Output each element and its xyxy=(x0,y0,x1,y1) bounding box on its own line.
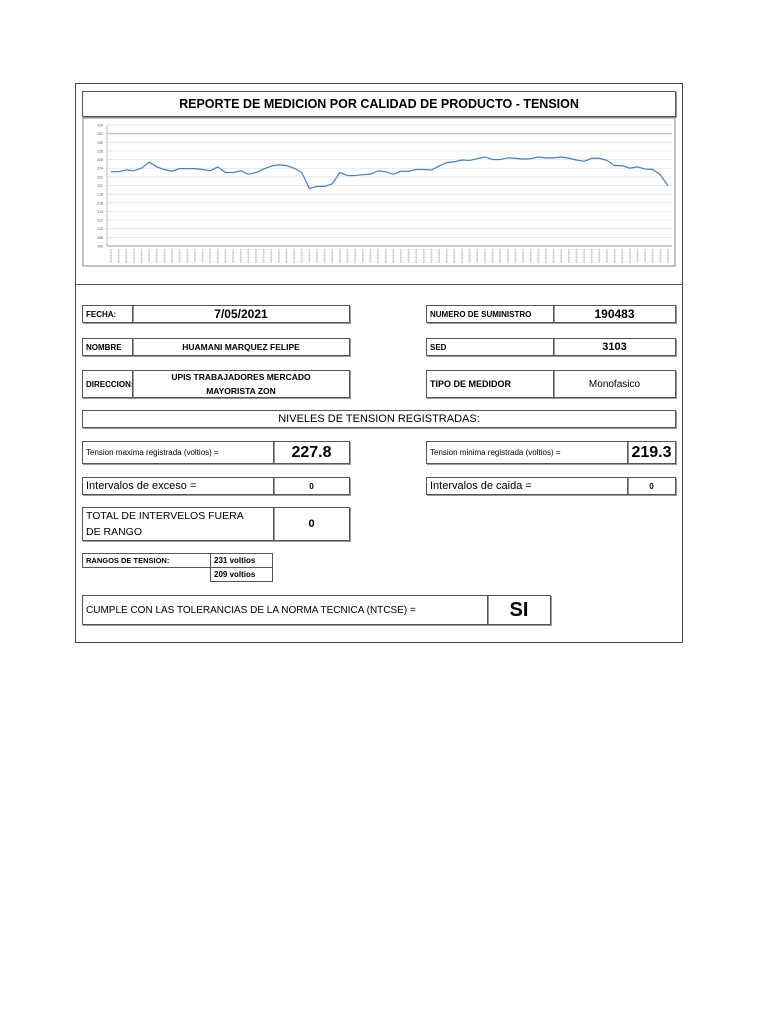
chart-border xyxy=(82,117,676,267)
y-tick-label: 222 xyxy=(97,175,103,179)
direccion-label: DIRECCION: xyxy=(82,370,134,398)
y-tick-label: 212 xyxy=(97,219,103,223)
suministro-label: NUMERO DE SUMINISTRO xyxy=(426,305,554,323)
tmax-label: Tension maxima registrada (voltios) = xyxy=(82,441,274,464)
direccion-value: UPIS TRABAJADORES MERCADO MAYORISTA ZON xyxy=(132,370,350,398)
sed-label: SED xyxy=(426,338,554,356)
y-tick-label: 234 xyxy=(97,124,103,128)
y-tick-label: 232 xyxy=(97,132,103,136)
y-tick-label: 228 xyxy=(97,149,103,153)
rango-max: 231 voltios xyxy=(210,553,273,568)
fecha-label: FECHA: xyxy=(82,305,133,323)
tmax-value: 227.8 xyxy=(273,441,350,464)
y-tick-label: 214 xyxy=(97,210,103,214)
exceso-value: 0 xyxy=(273,477,350,495)
tmin-value: 219.3 xyxy=(627,441,676,464)
fecha-value: 7/05/2021 xyxy=(132,305,350,323)
total-value: 0 xyxy=(273,507,350,541)
y-tick-label: 210 xyxy=(97,227,103,231)
y-tick-label: 230 xyxy=(97,141,103,145)
y-tick-label: 216 xyxy=(97,201,103,205)
y-tick-label: 218 xyxy=(97,193,103,197)
y-tick-label: 224 xyxy=(97,167,103,171)
sed-value: 3103 xyxy=(553,338,676,356)
voltage-line-chart: 206 208 210 212 214 216 218 220 222 224 226 228 230 2… xyxy=(82,117,676,267)
niveles-title: NIVELES DE TENSION REGISTRADAS: xyxy=(82,410,676,428)
cumple-value: SI xyxy=(487,595,551,625)
caida-value: 0 xyxy=(627,477,676,495)
caida-label: Intervalos de caida = xyxy=(426,477,628,495)
nombre-label: NOMBRE xyxy=(82,338,133,356)
divider xyxy=(76,284,682,285)
report-title: REPORTE DE MEDICION POR CALIDAD DE PRODU… xyxy=(82,91,676,117)
rangos-label: RANGOS DE TENSION: xyxy=(82,553,211,568)
rango-min: 209 voltios xyxy=(210,567,273,582)
y-tick-label: 206 xyxy=(97,245,103,249)
y-tick-label: 220 xyxy=(97,184,103,188)
total-label: TOTAL DE INTERVELOS FUERA DE RANGO xyxy=(82,507,274,541)
suministro-value: 190483 xyxy=(553,305,676,323)
exceso-label: Intervalos de exceso = xyxy=(82,477,274,495)
y-tick-label: 208 xyxy=(97,236,103,240)
cumple-label: CUMPLE CON LAS TOLERANCIAS DE LA NORMA T… xyxy=(82,595,488,625)
tmin-label: Tension minima registrada (voltios) = xyxy=(426,441,628,464)
medidor-value: Monofasico xyxy=(553,370,676,398)
medidor-label: TIPO DE MEDIDOR xyxy=(426,370,554,398)
y-tick-label: 226 xyxy=(97,158,103,162)
nombre-value: HUAMANI MARQUEZ FELIPE xyxy=(132,338,350,356)
